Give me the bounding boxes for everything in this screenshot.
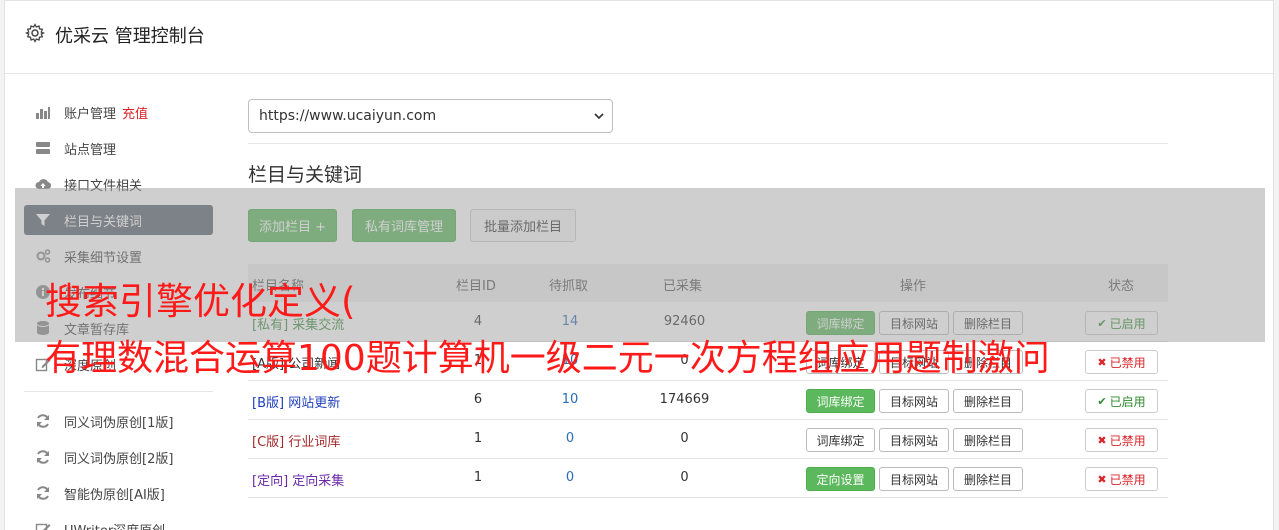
column-name[interactable]: [C版] 行业词库	[252, 431, 340, 450]
collected-count: 174669	[659, 392, 710, 407]
target-site-button[interactable]: 目标网站	[879, 467, 949, 491]
close-icon: ✖	[1097, 472, 1107, 486]
sidebar-item-label: UWriter深度原创	[64, 520, 165, 530]
target-site-button[interactable]: 目标网站	[879, 428, 949, 452]
column-id: 1	[473, 431, 483, 446]
column-id: 6	[473, 392, 483, 407]
target-site-button[interactable]: 目标网站	[879, 389, 949, 413]
refresh-icon	[37, 414, 49, 428]
column-name-text: 定向采集	[292, 474, 345, 489]
pending-count[interactable]: 10	[540, 392, 600, 407]
column-tag: [定向]	[252, 474, 289, 489]
pending-count[interactable]: 0	[540, 470, 600, 485]
status-badge[interactable]: ✖ 已禁用	[1085, 350, 1158, 374]
collected-count: 0	[680, 470, 689, 485]
column-name-text: 网站更新	[288, 396, 341, 411]
status-badge[interactable]: ✖ 已禁用	[1085, 467, 1158, 491]
table-row: [定向] 定向采集 1 0 0 定向设置 目标网站 删除栏目 ✖ 已禁用	[248, 459, 1168, 498]
sidebar-item-10[interactable]: 同义词伪原创[2版]	[24, 442, 213, 472]
sidebar-divider	[24, 391, 213, 392]
column-name-text: 行业词库	[288, 435, 341, 450]
sidebar-item-11[interactable]: 智能伪原创[AI版]	[24, 478, 213, 508]
sidebar-item-label: 同义词伪原创[1版]	[64, 415, 174, 431]
chevron-down-icon	[594, 113, 604, 120]
sidebar-item-1[interactable]: 账户管理 充值	[24, 97, 213, 127]
table-row: [C版] 行业词库 1 0 0 词库绑定 目标网站 删除栏目 ✖ 已禁用	[248, 420, 1168, 459]
status-badge[interactable]: ✔已启用	[1085, 389, 1158, 413]
overlay-text-line2: 有理数混合运算100题计算机一级二元一次方程组应用题制激问	[45, 338, 1050, 379]
section-title: 栏目与关键词	[248, 164, 363, 186]
recharge-link[interactable]: 充值	[122, 103, 148, 122]
column-tag: [B版]	[252, 396, 285, 411]
sidebar-item-12[interactable]: UWriter深度原创	[24, 514, 213, 530]
sidebar-item-9[interactable]: 同义词伪原创[1版]	[24, 406, 213, 436]
sidebar-item-2[interactable]: 站点管理	[24, 133, 213, 163]
site-select-value: https://www.ucaiyun.com	[259, 108, 437, 124]
collected-count: 0	[680, 431, 689, 446]
status-text: 已禁用	[1109, 433, 1146, 448]
bar-chart-icon	[36, 107, 50, 119]
column-tag: [C版]	[252, 435, 285, 450]
divider	[248, 143, 1168, 144]
sidebar-item-label: 同义词伪原创[2版]	[64, 451, 174, 467]
status-text: 已禁用	[1109, 472, 1146, 487]
refresh-icon	[37, 486, 49, 500]
sidebar-item-label: 智能伪原创[AI版]	[64, 487, 165, 503]
edit-icon	[35, 523, 51, 530]
gear-icon[interactable]	[25, 23, 45, 43]
close-icon: ✖	[1097, 355, 1107, 369]
app-title: 优采云 管理控制台	[55, 26, 205, 47]
site-select[interactable]: https://www.ucaiyun.com	[248, 99, 613, 133]
overlay-text-line1: 搜索引擎优化定义(	[45, 280, 356, 323]
refresh-icon	[37, 450, 49, 464]
close-icon: ✖	[1097, 433, 1107, 447]
bind-lexicon-button[interactable]: 定向设置	[806, 467, 875, 491]
sidebar-item-label: 账户管理	[64, 106, 117, 122]
delete-column-button[interactable]: 删除栏目	[953, 467, 1023, 491]
bind-lexicon-button[interactable]: 词库绑定	[806, 428, 875, 452]
column-id: 1	[473, 470, 483, 485]
bind-lexicon-button[interactable]: 词库绑定	[806, 389, 875, 413]
status-badge[interactable]: ✖ 已禁用	[1085, 428, 1158, 452]
column-name[interactable]: [定向] 定向采集	[252, 470, 344, 489]
status-text: 已禁用	[1109, 355, 1146, 370]
table-row: [B版] 网站更新 6 10 174669 词库绑定 目标网站 删除栏目 ✔ 已启用	[248, 381, 1168, 420]
check-icon: ✔	[1097, 394, 1107, 408]
pending-count[interactable]: 0	[540, 431, 600, 446]
status-text: 已启用	[1109, 394, 1146, 409]
column-name[interactable]: [B版] 网站更新	[252, 392, 340, 411]
sidebar-item-label: 站点管理	[64, 142, 117, 158]
top-bar: 优采云 管理控制台	[5, 1, 1273, 74]
delete-column-button[interactable]: 删除栏目	[953, 428, 1023, 452]
server-icon	[36, 142, 50, 154]
delete-column-button[interactable]: 删除栏目	[953, 389, 1023, 413]
